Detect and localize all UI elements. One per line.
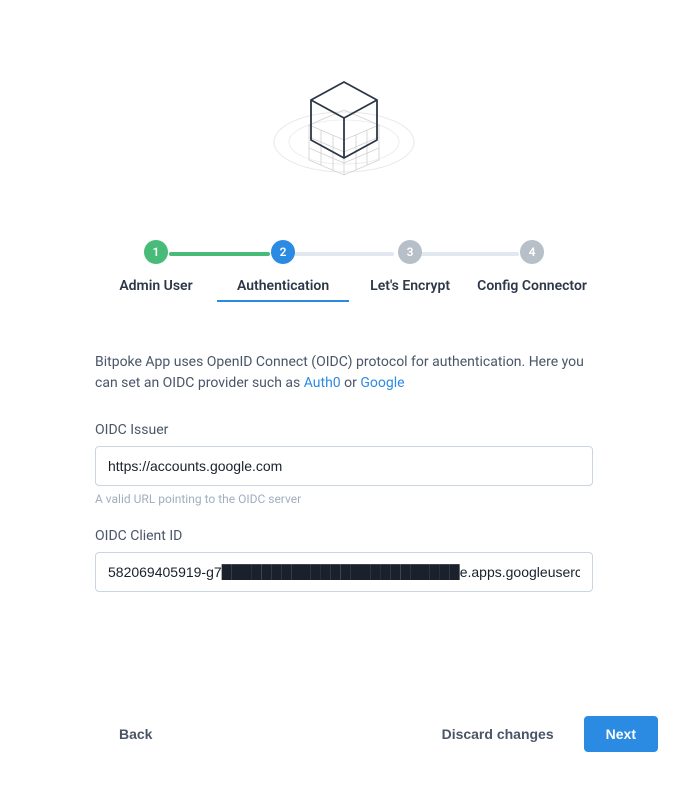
- desc-or: or: [341, 375, 361, 391]
- cube-icon: [249, 70, 439, 210]
- step-authentication[interactable]: 2 Authentication: [217, 240, 349, 302]
- oidc-client-id-input[interactable]: [95, 552, 593, 592]
- step-label: Authentication: [217, 278, 349, 302]
- oidc-issuer-field: OIDC Issuer A valid URL pointing to the …: [95, 422, 593, 506]
- back-button[interactable]: Back: [95, 716, 170, 752]
- step-label: Let's Encrypt: [370, 278, 450, 294]
- step-config-connector[interactable]: 4 Config Connector: [471, 240, 593, 294]
- step-label: Admin User: [119, 278, 192, 294]
- step-number: 2: [271, 240, 295, 264]
- description-text: Bitpoke App uses OpenID Connect (OIDC) p…: [95, 352, 593, 394]
- step-label: Config Connector: [477, 278, 587, 294]
- step-number: 3: [398, 240, 422, 264]
- google-link[interactable]: Google: [360, 375, 404, 391]
- oidc-issuer-help: A valid URL pointing to the OIDC server: [95, 492, 593, 506]
- footer: Back Discard changes Next: [95, 716, 658, 752]
- step-admin-user[interactable]: 1 Admin User: [95, 240, 217, 294]
- step-number: 4: [520, 240, 544, 264]
- oidc-client-id-field: OIDC Client ID: [95, 528, 593, 592]
- oidc-client-id-label: OIDC Client ID: [95, 528, 593, 544]
- oidc-issuer-label: OIDC Issuer: [95, 422, 593, 438]
- auth0-link[interactable]: Auth0: [304, 375, 341, 391]
- step-number: 1: [144, 240, 168, 264]
- step-lets-encrypt[interactable]: 3 Let's Encrypt: [349, 240, 471, 294]
- stepper: 1 Admin User 2 Authentication 3 Let's En…: [95, 240, 593, 302]
- step-connector: [169, 252, 270, 256]
- step-connector: [418, 252, 519, 256]
- discard-changes-button[interactable]: Discard changes: [424, 716, 572, 752]
- step-connector: [294, 252, 395, 256]
- next-button[interactable]: Next: [584, 716, 658, 752]
- oidc-issuer-input[interactable]: [95, 446, 593, 486]
- logo: [95, 70, 593, 210]
